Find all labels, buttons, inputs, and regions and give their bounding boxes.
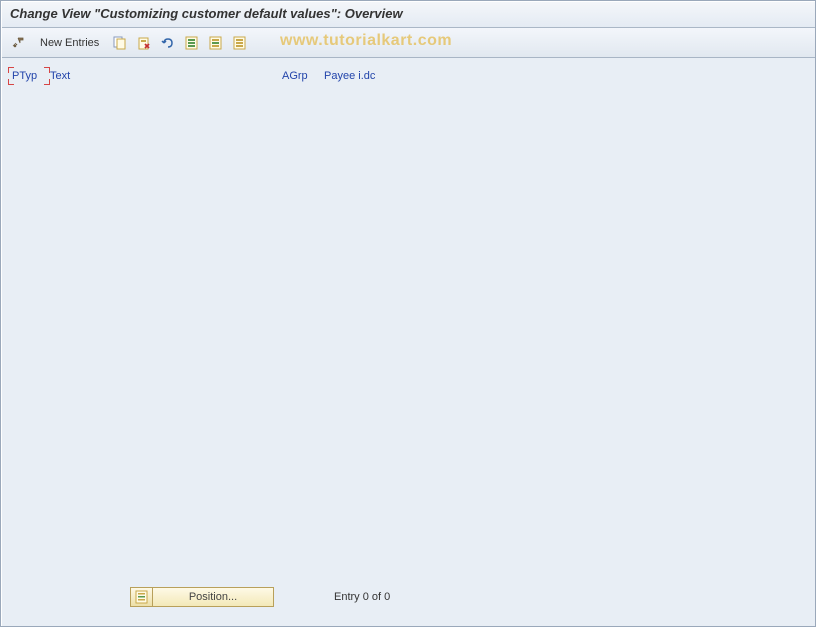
column-label: PTyp bbox=[12, 70, 37, 82]
watermark-text: www.tutorialkart.com bbox=[280, 32, 452, 50]
column-label: AGrp bbox=[282, 70, 308, 82]
position-icon bbox=[131, 588, 153, 606]
select-block-icon[interactable] bbox=[207, 34, 225, 52]
toolbar: New Entries bbox=[0, 28, 816, 58]
title-bar: Change View "Customizing customer defaul… bbox=[0, 0, 816, 28]
column-headers: PTyp Text AGrp Payee i.dc bbox=[12, 70, 804, 82]
deselect-all-icon[interactable] bbox=[231, 34, 249, 52]
position-label: Position... bbox=[153, 591, 273, 603]
entry-count-text: Entry 0 of 0 bbox=[334, 591, 390, 603]
delete-icon[interactable] bbox=[135, 34, 153, 52]
bottom-bar: Position... Entry 0 of 0 bbox=[130, 587, 390, 607]
undo-icon[interactable] bbox=[159, 34, 177, 52]
column-header-text[interactable]: Text bbox=[50, 70, 280, 82]
page-title: Change View "Customizing customer defaul… bbox=[10, 6, 403, 21]
copy-icon[interactable] bbox=[111, 34, 129, 52]
position-button[interactable]: Position... bbox=[130, 587, 274, 607]
column-header-payee[interactable]: Payee i.dc bbox=[324, 70, 424, 82]
new-entries-button[interactable]: New Entries bbox=[34, 35, 105, 51]
toggle-icon[interactable] bbox=[10, 34, 28, 52]
content-area: PTyp Text AGrp Payee i.dc Position... En… bbox=[0, 58, 816, 627]
column-header-ptyp[interactable]: PTyp bbox=[12, 70, 48, 82]
column-label: Text bbox=[50, 70, 70, 82]
column-label: Payee i.dc bbox=[324, 70, 375, 82]
column-header-agrp[interactable]: AGrp bbox=[282, 70, 322, 82]
select-all-icon[interactable] bbox=[183, 34, 201, 52]
